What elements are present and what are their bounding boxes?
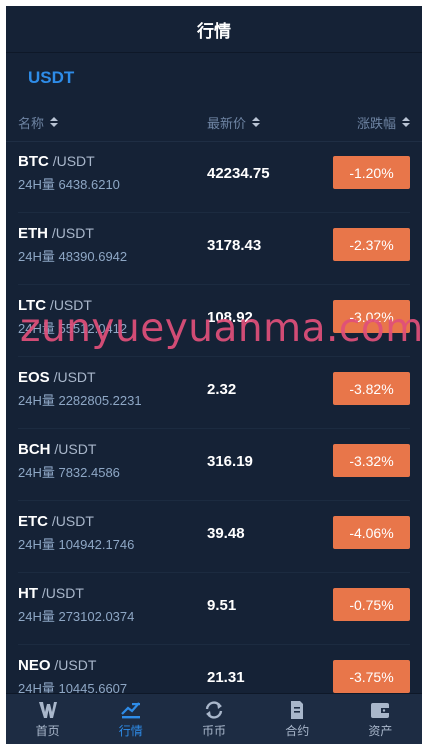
row-quote: /USDT: [48, 513, 94, 529]
row-volume: 24H量 7832.4586: [18, 465, 120, 480]
market-list: BTC /USDT 24H量 6438.6210 42234.75 -1.20%…: [6, 141, 422, 717]
nav-assets[interactable]: 资产: [339, 694, 422, 744]
exchange-icon: [205, 700, 223, 719]
row-price: 2.32: [207, 381, 237, 398]
row-quote: /USDT: [48, 153, 95, 169]
nav-contract[interactable]: 合约: [256, 694, 339, 744]
row-symbol: HT: [18, 585, 38, 602]
nav-home-label: 首页: [35, 723, 60, 738]
row-volume: 24H量 48390.6942: [18, 249, 128, 264]
market-row[interactable]: LTC /USDT 24H量 55512.0412 108.92 -3.02%: [18, 285, 410, 357]
row-change-badge: -0.75%: [333, 588, 410, 621]
sort-icon: [50, 117, 59, 127]
sort-by-name[interactable]: 名称: [18, 113, 59, 132]
row-price: 9.51: [207, 597, 237, 614]
column-change-label: 涨跌幅: [356, 115, 396, 131]
market-row[interactable]: HT /USDT 24H量 273102.0374 9.51 -0.75%: [18, 573, 410, 645]
market-chart-icon: [121, 701, 140, 718]
page-title: 行情: [197, 21, 231, 41]
row-symbol: BCH: [18, 441, 51, 458]
nav-market-label: 行情: [118, 723, 143, 738]
sort-by-price[interactable]: 最新价: [207, 113, 261, 132]
row-change-badge: -1.20%: [333, 156, 410, 189]
row-price: 42234.75: [207, 165, 270, 182]
column-price-label: 最新价: [207, 115, 247, 131]
nav-assets-label: 资产: [368, 723, 393, 738]
bottom-nav: 首页 行情 币币 合约 资产: [6, 693, 422, 744]
row-price: 39.48: [207, 525, 245, 542]
row-quote: /USDT: [49, 369, 96, 385]
row-change-badge: -3.82%: [333, 372, 410, 405]
market-row[interactable]: EOS /USDT 24H量 2282805.2231 2.32 -3.82%: [18, 357, 410, 429]
row-price: 3178.43: [207, 237, 262, 254]
row-quote: /USDT: [46, 297, 92, 313]
row-volume: 24H量 55512.0412: [18, 321, 128, 336]
row-volume: 24H量 6438.6210: [18, 177, 120, 192]
sort-icon: [252, 117, 261, 127]
row-change-badge: -3.02%: [333, 300, 410, 333]
quote-tabs: USDT: [6, 53, 422, 103]
nav-exchange[interactable]: 币币: [172, 694, 255, 744]
row-symbol: BTC: [18, 153, 49, 170]
home-logo-icon: [38, 701, 57, 718]
nav-exchange-label: 币币: [202, 723, 227, 738]
row-change-badge: -3.75%: [333, 660, 410, 693]
row-quote: /USDT: [50, 657, 97, 673]
row-price: 316.19: [207, 453, 253, 470]
row-symbol: ETH: [18, 225, 48, 242]
market-row[interactable]: BTC /USDT 24H量 6438.6210 42234.75 -1.20%: [18, 141, 410, 213]
row-quote: /USDT: [38, 585, 84, 601]
market-row[interactable]: ETC /USDT 24H量 104942.1746 39.48 -4.06%: [18, 501, 410, 573]
row-symbol: NEO: [18, 657, 51, 674]
nav-contract-label: 合约: [285, 723, 310, 738]
sort-icon: [402, 117, 410, 127]
column-header: 名称 最新价 涨跌幅: [6, 103, 422, 142]
row-volume: 24H量 273102.0374: [18, 609, 135, 624]
wallet-icon: [371, 702, 390, 718]
contract-document-icon: [291, 700, 304, 719]
row-change-badge: -4.06%: [333, 516, 410, 549]
page-header: 行情: [6, 6, 422, 53]
row-price: 108.92: [207, 309, 253, 326]
column-name-label: 名称: [18, 115, 45, 131]
row-symbol: LTC: [18, 297, 47, 314]
tab-usdt[interactable]: USDT: [28, 68, 74, 88]
sort-by-change[interactable]: 涨跌幅: [357, 113, 410, 132]
row-symbol: EOS: [18, 369, 50, 386]
row-price: 21.31: [207, 669, 245, 686]
row-quote: /USDT: [50, 441, 97, 457]
row-quote: /USDT: [48, 225, 94, 241]
row-symbol: ETC: [18, 513, 48, 530]
row-change-badge: -3.32%: [333, 444, 410, 477]
nav-market[interactable]: 行情: [89, 694, 172, 744]
row-volume: 24H量 104942.1746: [18, 537, 135, 552]
nav-home[interactable]: 首页: [6, 694, 89, 744]
row-volume: 24H量 2282805.2231: [18, 393, 142, 408]
app-frame: 行情 USDT 名称 最新价 涨跌幅 BTC /USDT 24H量 6438.6…: [6, 6, 422, 744]
market-row[interactable]: ETH /USDT 24H量 48390.6942 3178.43 -2.37%: [18, 213, 410, 285]
market-row[interactable]: BCH /USDT 24H量 7832.4586 316.19 -3.32%: [18, 429, 410, 501]
row-change-badge: -2.37%: [333, 228, 410, 261]
